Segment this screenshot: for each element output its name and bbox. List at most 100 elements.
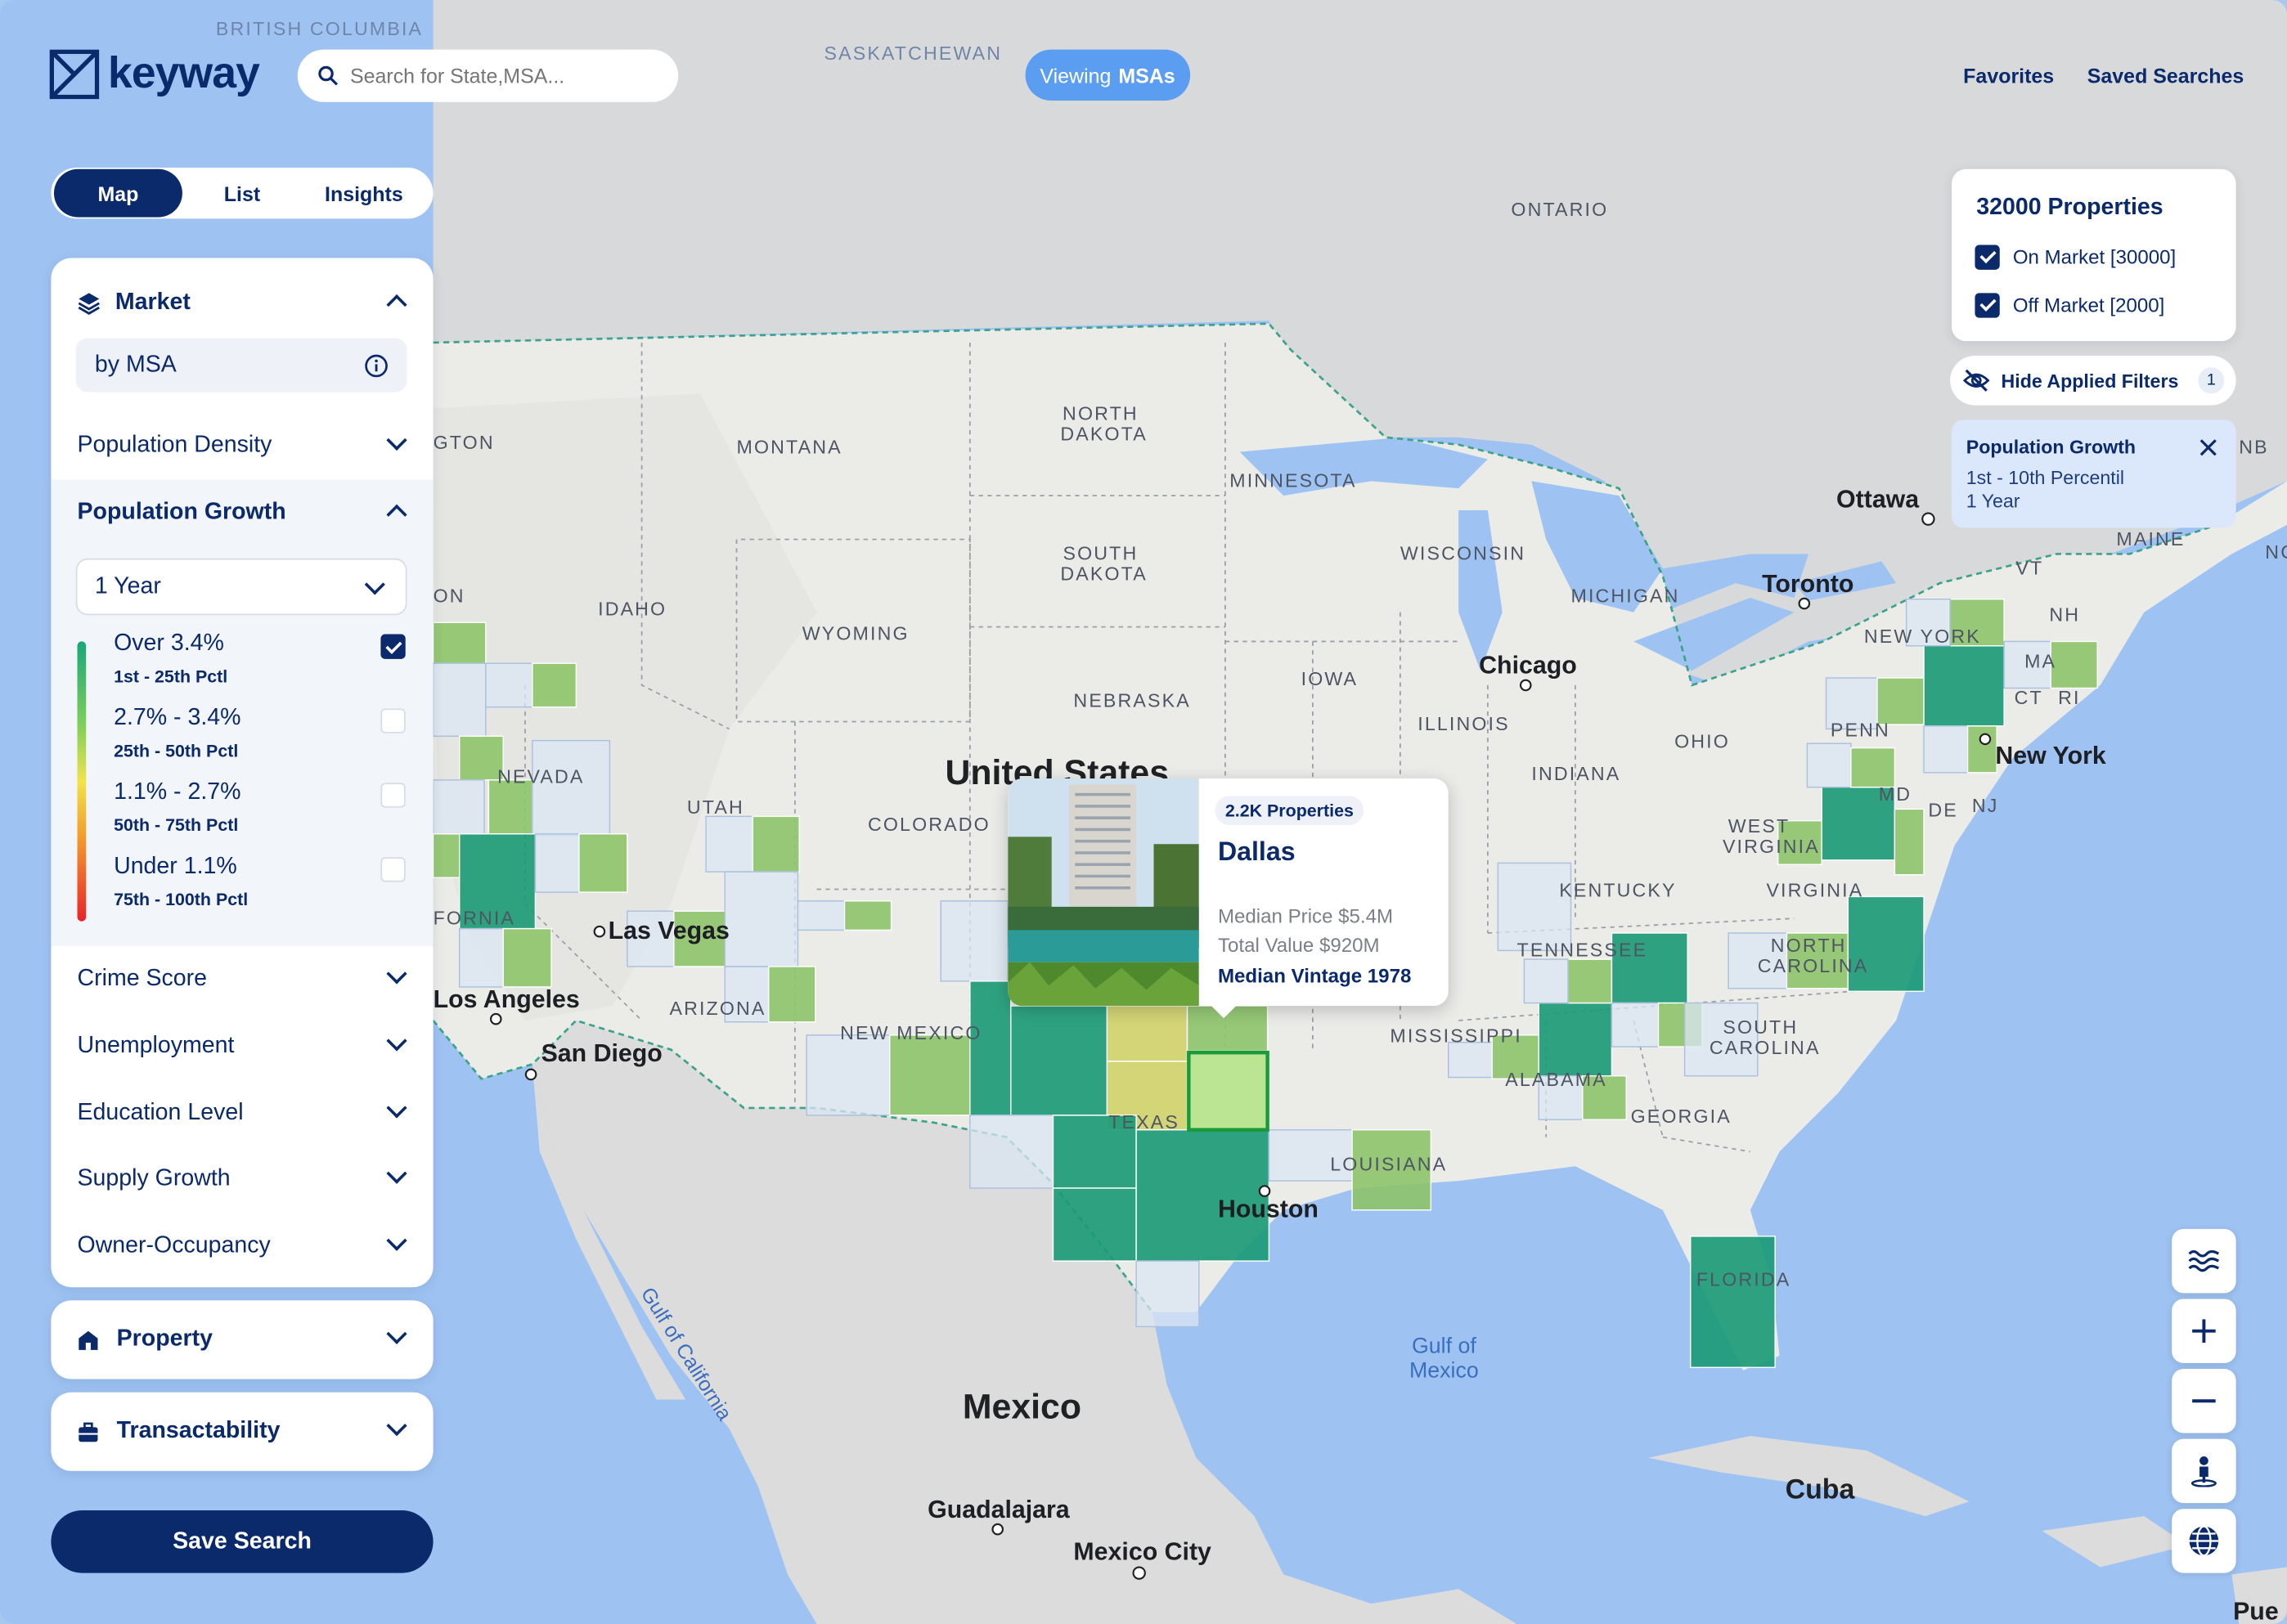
market-header[interactable]: Market (51, 270, 433, 337)
msa-cell[interactable] (797, 900, 846, 931)
tab-list[interactable]: List (190, 169, 294, 218)
msa-cell[interactable] (705, 815, 753, 873)
msa-cell[interactable] (1923, 725, 1969, 774)
info-icon[interactable] (365, 353, 389, 377)
msa-cell[interactable] (1010, 1005, 1108, 1116)
legend-checkbox[interactable] (380, 708, 406, 733)
layers-toggle-button[interactable] (2172, 1228, 2236, 1294)
msa-cell[interactable] (1611, 1002, 1660, 1048)
msa-cell[interactable] (432, 662, 487, 738)
zoom-in-button[interactable] (2172, 1299, 2236, 1363)
legend-item[interactable]: Over 3.4% 1st - 25th Pctl (114, 631, 420, 695)
msa-cell[interactable] (485, 662, 533, 708)
msa-cell[interactable] (502, 927, 552, 988)
msa-cell[interactable] (534, 833, 580, 893)
msa-cell[interactable] (532, 662, 577, 708)
logo[interactable]: keyway (49, 49, 260, 100)
msa-cell[interactable] (940, 900, 1009, 982)
msa-cell[interactable] (2050, 640, 2098, 689)
filter-population-density[interactable]: Population Density (51, 413, 433, 480)
state-label: MICHIGAN (1570, 584, 1680, 607)
msa-cell[interactable] (1876, 677, 1925, 725)
tab-insights[interactable]: Insights (302, 169, 426, 218)
state-label: MAINE (2116, 527, 2186, 550)
legend-item[interactable]: Under 1.1% 75th - 100th Pctl (114, 855, 420, 918)
region-label: SASKATCHEWAN (824, 42, 1003, 65)
msa-cell[interactable] (889, 1034, 973, 1116)
legend-item[interactable]: 1.1% - 2.7% 50th - 75th Pctl (114, 780, 420, 844)
zoom-out-button[interactable] (2172, 1369, 2236, 1433)
on-market-checkbox[interactable] (1975, 244, 2000, 269)
msa-cell[interactable] (1497, 862, 1572, 952)
off-market-option[interactable]: Off Market [2000] (1975, 290, 2164, 320)
filter-owner-occupancy[interactable]: Owner-Occupancy (51, 1214, 433, 1281)
msa-cell[interactable] (806, 1034, 891, 1116)
home-icon (79, 1330, 98, 1349)
msa-cell[interactable] (1448, 1041, 1493, 1079)
property-panel[interactable]: Property (51, 1300, 434, 1380)
msa-cell[interactable] (724, 871, 799, 967)
filter-population-growth[interactable]: Population Growth (51, 480, 433, 547)
legend-checkbox[interactable] (380, 783, 406, 808)
state-label: NORTH CAROLINA (1757, 934, 1869, 977)
msa-cell[interactable] (1690, 1236, 1776, 1368)
state-label: MD (1878, 783, 1912, 805)
msa-cell[interactable] (969, 980, 1012, 1116)
msa-cell[interactable] (458, 927, 504, 988)
msa-cell[interactable] (1850, 747, 1896, 788)
msa-cell[interactable] (432, 779, 485, 835)
filter-supply-growth[interactable]: Supply Growth (51, 1146, 433, 1214)
msa-cell[interactable] (1894, 808, 1925, 876)
hide-applied-filters-button[interactable]: Hide Applied Filters 1 (1950, 356, 2236, 406)
state-label: ARIZONA (669, 997, 766, 1020)
msa-cell[interactable] (432, 621, 487, 664)
msa-cell[interactable] (1567, 958, 1613, 1004)
search-input[interactable] (349, 64, 642, 87)
saved-searches-link[interactable]: Saved Searches (2087, 64, 2244, 87)
msa-cell[interactable] (768, 966, 816, 1023)
market-mode-select[interactable]: by MSA (75, 338, 407, 393)
legend-checkbox[interactable] (380, 634, 406, 659)
tab-map[interactable]: Map (53, 168, 182, 218)
state-label: PENN (1830, 718, 1890, 741)
legend-checkbox[interactable] (380, 857, 406, 882)
msa-cell[interactable] (1923, 645, 2005, 727)
on-market-option[interactable]: On Market [30000] (1975, 242, 2176, 271)
legend-item[interactable]: 2.7% - 3.4% 25th - 50th Pctl (114, 706, 420, 769)
globe-button[interactable] (2172, 1509, 2236, 1573)
market-popup[interactable]: 2.2K Properties Dallas Median Price $5.4… (1008, 778, 1449, 1019)
msa-cell[interactable] (843, 900, 892, 931)
favorites-link[interactable]: Favorites (1963, 64, 2054, 87)
save-search-button[interactable]: Save Search (51, 1510, 434, 1573)
filter-education-level[interactable]: Education Level (51, 1079, 433, 1146)
property-header[interactable]: Property (51, 1306, 433, 1373)
legend-percentile: 25th - 50th Pctl (114, 740, 239, 761)
msa-cell[interactable] (752, 815, 800, 873)
msa-cell[interactable] (1106, 1005, 1188, 1062)
msa-cell[interactable] (432, 833, 461, 878)
street-view-button[interactable] (2172, 1438, 2236, 1504)
search-box[interactable] (297, 49, 679, 102)
transactability-header[interactable]: Transactability (51, 1398, 433, 1465)
msa-cell[interactable] (1538, 1002, 1613, 1077)
msa-cell[interactable] (532, 739, 611, 837)
transactability-panel[interactable]: Transactability (51, 1392, 434, 1471)
msa-cell[interactable] (488, 779, 533, 835)
city-label: Guadalajara (928, 1496, 1070, 1524)
off-market-checkbox[interactable] (1975, 292, 2000, 317)
msa-cell[interactable] (1966, 725, 1997, 774)
filter-crime-score[interactable]: Crime Score (51, 946, 433, 1013)
msa-cell[interactable] (1135, 1260, 1200, 1328)
msa-cell[interactable] (1523, 958, 1569, 1004)
viewing-msas-pill[interactable]: Viewing MSAs (1025, 49, 1190, 101)
state-label: VIRGINIA (1766, 879, 1864, 901)
msa-cell[interactable] (578, 833, 628, 893)
msa-cell[interactable] (969, 1115, 1054, 1189)
close-icon[interactable] (2199, 439, 2217, 456)
filter-label: Education Level (77, 1100, 244, 1125)
filter-unemployment[interactable]: Unemployment (51, 1013, 433, 1080)
msa-cell[interactable] (1188, 1052, 1269, 1131)
msa-cell[interactable] (1806, 742, 1852, 788)
msa-cell[interactable] (1052, 1187, 1137, 1262)
period-select[interactable]: 1 Year (75, 558, 407, 616)
